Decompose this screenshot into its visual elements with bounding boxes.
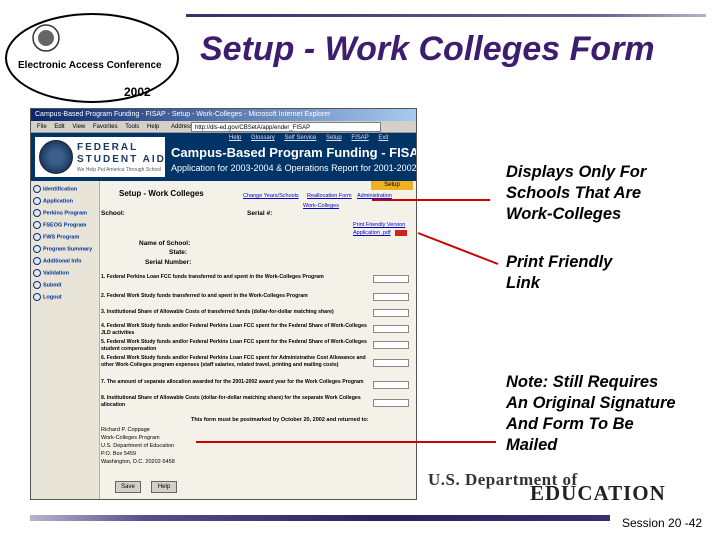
nav-setup[interactable]: Setup: [326, 135, 342, 141]
menu-help[interactable]: Help: [147, 124, 159, 130]
doe-seal-icon: [39, 140, 73, 174]
callout-line-2: [417, 232, 499, 265]
question-6: 6. Federal Work Study funds and/or Feder…: [101, 355, 366, 368]
sidebar-item-application[interactable]: Application: [33, 197, 73, 205]
slide-title: Setup - Work Colleges Form: [200, 30, 655, 68]
top-nav: Help Glossary Self Service Setup FISAP E…: [221, 133, 416, 143]
state-label: State:: [169, 249, 188, 256]
sidebar-item-logout[interactable]: Logout: [33, 293, 62, 301]
nav-fisap[interactable]: FISAP: [351, 135, 368, 141]
answer-1-input[interactable]: [373, 275, 409, 283]
question-1: 1. Federal Perkins Loan FCC funds transf…: [101, 274, 324, 280]
menu-edit[interactable]: Edit: [54, 124, 64, 130]
address-input[interactable]: http://dls-ed.gov/CBSetA/app/ender_FISAP: [191, 122, 381, 132]
sidebar-item-validation[interactable]: Validation: [33, 269, 69, 277]
change-years-link[interactable]: Change Years/Schools: [243, 193, 299, 199]
app-title: Campus-Based Program Funding - FISAP: [171, 145, 417, 160]
answer-8-input[interactable]: [373, 399, 409, 407]
logo-text: Electronic Access Conference: [18, 60, 162, 71]
fsa-tagline: We Help Put America Through School: [77, 167, 162, 173]
menu-file[interactable]: File: [37, 124, 47, 130]
question-2: 2. Federal Work Study funds transferred …: [101, 293, 308, 299]
deadline-note: This form must be postmarked by October …: [191, 417, 369, 423]
answer-2-input[interactable]: [373, 293, 409, 301]
session-label: Session 20 -42: [622, 516, 703, 530]
question-4: 4. Federal Work Study funds and/or Feder…: [101, 323, 367, 336]
ed-logo-line2: EDUCATION: [530, 481, 666, 505]
question-5: 5. Federal Work Study funds and/or Feder…: [101, 339, 367, 352]
menu-tools[interactable]: Tools: [125, 124, 139, 130]
sidebar-item-identification[interactable]: Identification: [33, 185, 77, 193]
application-pdf-link[interactable]: Application .pdf: [353, 230, 391, 236]
address-line-1: Richard P. Coppage: [101, 427, 150, 433]
callout-signature-note: Note: Still Requires An Original Signatu…: [506, 373, 676, 454]
answer-3-input[interactable]: [373, 309, 409, 317]
address-line-3: U.S. Department of Education: [101, 443, 175, 449]
nav-self-service[interactable]: Self Service: [284, 135, 316, 141]
question-7: 7. The amount of separate allocation awa…: [101, 379, 364, 385]
sidebar-item-fseog[interactable]: FSEOG Program: [33, 221, 86, 229]
nav-help[interactable]: Help: [229, 135, 241, 141]
form-screenshot: Campus-Based Program Funding - FISAP - S…: [30, 108, 417, 500]
answer-4-input[interactable]: [373, 325, 409, 333]
answer-6-input[interactable]: [373, 359, 409, 367]
form-title: Setup - Work Colleges: [119, 189, 204, 198]
app-subtitle: Application for 2003-2004 & Operations R…: [171, 163, 417, 173]
help-button[interactable]: Help: [151, 481, 177, 493]
fsa-line2: STUDENT AID: [77, 154, 166, 165]
logo-year: 2002: [124, 85, 151, 99]
work-colleges-link[interactable]: Work-Colleges: [303, 203, 339, 209]
nav-exit[interactable]: Exit: [378, 135, 388, 141]
question-3: 3. Institutional Share of Allowable Cost…: [101, 309, 334, 315]
sidebar-item-fws[interactable]: FWS Program: [33, 233, 79, 241]
address-label: Address: [171, 124, 194, 130]
sidebar: Identification Application Perkins Progr…: [31, 181, 100, 499]
menu-view[interactable]: View: [72, 124, 85, 130]
answer-5-input[interactable]: [373, 341, 409, 349]
callout-print-friendly: Print Friendly Link: [506, 253, 613, 292]
school-label: School:: [101, 210, 125, 217]
save-button[interactable]: Save: [115, 481, 141, 493]
serial-number-label: Serial Number:: [145, 259, 192, 266]
administration-link[interactable]: Administration: [357, 193, 392, 199]
sidebar-item-additional-info[interactable]: Additional Info: [33, 257, 82, 265]
sidebar-item-perkins[interactable]: Perkins Program: [33, 209, 87, 217]
top-rule: [186, 14, 706, 17]
tab-setup[interactable]: Setup: [371, 181, 413, 190]
reallocation-link[interactable]: Reallocation Form: [307, 193, 352, 199]
conference-logo: Electronic Access Conference 2002: [5, 13, 179, 103]
sidebar-item-program-summary[interactable]: Program Summary: [33, 245, 92, 253]
name-of-school-label: Name of School:: [139, 240, 191, 247]
print-friendly-link[interactable]: Print Friendly Version: [353, 222, 405, 228]
question-8: 8. Institutional Share of Allowable Cost…: [101, 395, 361, 408]
bottom-rule: [30, 515, 610, 521]
address-line-5: Washington, D.C. 20202-5458: [101, 459, 175, 465]
pdf-icon: [395, 230, 407, 236]
menu-favorites[interactable]: Favorites: [93, 124, 118, 130]
address-line-2: Work-Colleges Program: [101, 435, 160, 441]
callout-work-colleges: Displays Only For Schools That Are Work-…: [506, 163, 647, 223]
fsa-line1: FEDERAL: [77, 142, 139, 153]
browser-title-bar: Campus-Based Program Funding - FISAP - S…: [31, 109, 416, 121]
nav-glossary[interactable]: Glossary: [251, 135, 275, 141]
serial-label: Serial #:: [247, 210, 273, 217]
sidebar-item-submit[interactable]: Submit: [33, 281, 62, 289]
answer-7-input[interactable]: [373, 381, 409, 389]
address-line-4: P.O. Box 5459: [101, 451, 137, 457]
